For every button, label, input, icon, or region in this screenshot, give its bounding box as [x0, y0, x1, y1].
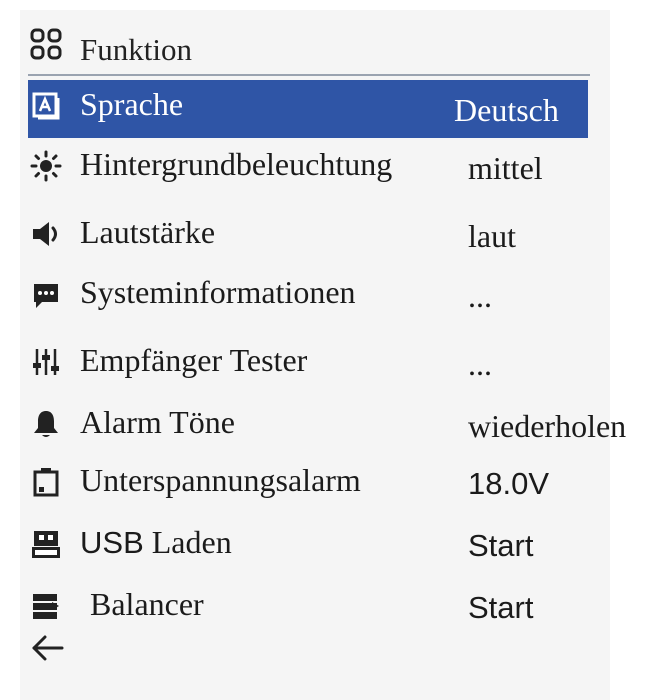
menu-item-systeminformationen[interactable]: Systeminformationen ...: [28, 268, 656, 320]
chat-icon: [34, 284, 58, 308]
menu-item-label: Systeminformationen: [80, 274, 356, 310]
menu-item-label: Hintergrundbeleuchtung: [80, 146, 393, 182]
menu-title: Funktion: [80, 32, 192, 67]
back-button[interactable]: [28, 628, 72, 672]
menu-item-label: Lautstärke: [80, 214, 216, 250]
menu-item-label: Balancer: [90, 586, 204, 622]
menu-item-value: Start: [468, 590, 534, 625]
menu-item-value: Deutsch: [454, 92, 559, 128]
usb-prefix: USB: [80, 525, 144, 560]
menu-item-value: Start: [468, 528, 534, 563]
menu-item-value: wiederholen: [468, 408, 627, 444]
server-icon: [33, 594, 59, 619]
menu-item-value: laut: [468, 218, 516, 254]
menu-item-unterspannungsalarm[interactable]: Unterspannungsalarm 18.0V: [28, 456, 656, 508]
menu-item-alarm-toene[interactable]: Alarm Töne wiederholen: [28, 398, 656, 450]
menu-item-value: ...: [468, 346, 492, 382]
back-arrow-icon: [32, 635, 64, 661]
bell-icon: [34, 411, 58, 437]
menu-header: Funktion: [26, 26, 590, 74]
menu-item-hintergrundbeleuchtung[interactable]: Hintergrundbeleuchtung mittel: [28, 140, 656, 192]
menu-item-label: USB Laden: [80, 522, 232, 563]
usb-icon: [32, 531, 60, 558]
battery-icon: [33, 468, 59, 497]
menu-item-label: Empfänger Tester: [80, 342, 308, 378]
menu-item-usb-laden[interactable]: USB Laden Start: [28, 518, 656, 570]
menu-item-value: mittel: [468, 150, 543, 186]
menu-item-label-text: Laden: [151, 524, 232, 560]
sliders-icon: [33, 349, 59, 375]
settings-panel: Funktion Sprache Deutsch Hintergrundbele…: [0, 0, 656, 700]
menu-item-value: 18.0V: [468, 466, 550, 501]
menu-item-label: Unterspannungsalarm: [80, 462, 361, 498]
menu-item-lautstaerke[interactable]: Lautstärke laut: [28, 208, 656, 260]
menu-item-label: Sprache: [80, 86, 184, 122]
language-icon: [32, 92, 60, 120]
menu-item-empfaenger-tester[interactable]: Empfänger Tester ...: [28, 336, 656, 388]
menu-item-value: ...: [468, 278, 492, 314]
header-divider: [28, 74, 590, 76]
menu-item-label: Alarm Töne: [80, 404, 235, 440]
speaker-icon: [33, 222, 57, 246]
brightness-icon: [30, 150, 62, 182]
menu-item-balancer[interactable]: Balancer Start: [28, 580, 656, 632]
grid-icon: [30, 28, 62, 60]
menu-item-sprache[interactable]: Sprache Deutsch: [28, 80, 656, 138]
